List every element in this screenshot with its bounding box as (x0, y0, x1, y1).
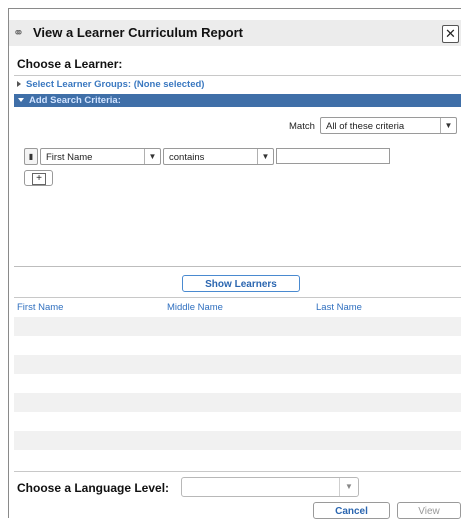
column-header-first-name[interactable]: First Name (17, 302, 63, 313)
view-button[interactable]: View (397, 502, 461, 519)
cancel-button[interactable]: Cancel (313, 502, 390, 519)
table-row[interactable] (14, 431, 461, 450)
table-row[interactable] (14, 374, 461, 393)
close-icon: ✕ (445, 26, 456, 41)
table-row[interactable] (14, 336, 461, 355)
chevron-down-icon: ▼ (339, 478, 358, 496)
table-row[interactable] (14, 450, 461, 469)
table-row[interactable] (14, 355, 461, 374)
show-learners-button[interactable]: Show Learners (182, 275, 300, 292)
divider (14, 75, 461, 76)
close-button[interactable]: ✕ (442, 25, 459, 43)
chevron-down-icon: ▼ (144, 149, 160, 164)
field-select-value: First Name (46, 152, 93, 163)
trash-icon: ▮ (28, 152, 34, 161)
select-learner-groups-label: Select Learner Groups: (None selected) (26, 79, 205, 90)
remove-criterion-button[interactable]: ▮ (24, 148, 38, 165)
field-select[interactable]: First Name ▼ (40, 148, 161, 165)
plus-icon: + (32, 173, 46, 185)
person-icon: ⚭ (13, 25, 24, 40)
criterion-value-input[interactable] (276, 148, 390, 164)
chevron-down-icon: ▼ (440, 118, 456, 133)
table-row[interactable] (14, 412, 461, 431)
match-label: Match (289, 121, 315, 132)
grid-bottom-border (14, 471, 461, 472)
match-select-value: All of these criteria (326, 121, 405, 132)
column-header-last-name[interactable]: Last Name (316, 302, 362, 313)
grid-top-border (14, 297, 461, 298)
add-criterion-button[interactable]: + (24, 170, 53, 186)
dialog-title: View a Learner Curriculum Report (33, 25, 243, 40)
chevron-down-icon (18, 98, 24, 103)
add-search-criteria-label: Add Search Criteria: (29, 95, 121, 106)
table-row[interactable] (14, 393, 461, 412)
language-level-select[interactable]: ▼ (181, 477, 359, 497)
choose-learner-heading: Choose a Learner: (17, 57, 123, 71)
match-select[interactable]: All of these criteria ▼ (320, 117, 457, 134)
column-header-middle-name[interactable]: Middle Name (167, 302, 223, 313)
language-level-label: Choose a Language Level: (17, 481, 170, 495)
chevron-down-icon: ▼ (257, 149, 273, 164)
operator-select[interactable]: contains ▼ (163, 148, 274, 165)
learner-grid-body (14, 317, 461, 469)
add-search-criteria-toggle[interactable]: Add Search Criteria: (14, 94, 461, 107)
operator-select-value: contains (169, 152, 205, 163)
chevron-right-icon (17, 81, 21, 88)
select-learner-groups-toggle[interactable]: Select Learner Groups: (None selected) (14, 79, 461, 91)
table-row[interactable] (14, 317, 461, 336)
